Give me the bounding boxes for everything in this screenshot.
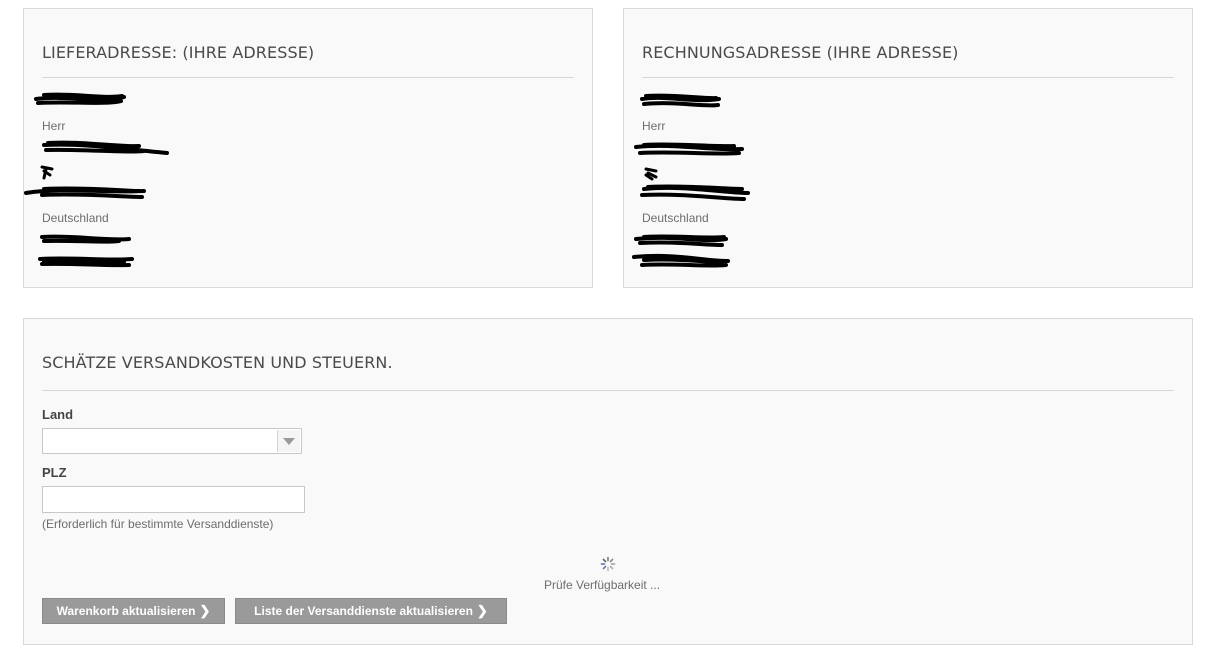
chevron-right-icon: ❯ — [476, 603, 488, 618]
zip-hint: (Erforderlich für bestimmte Versanddiens… — [42, 517, 274, 531]
divider — [42, 390, 1174, 391]
shipping-address-panel: LIEFERADRESSE: (IHRE ADRESSE) Herr Deuts… — [23, 8, 593, 288]
update-cart-button[interactable]: Warenkorb aktualisieren ❯ — [42, 598, 225, 624]
update-shipping-methods-button[interactable]: Liste der Versanddienste aktualisieren ❯ — [235, 598, 507, 624]
loading-spinner-icon — [600, 556, 616, 572]
availability-status: Prüfe Verfügbarkeit ... — [544, 578, 661, 592]
update-cart-label: Warenkorb aktualisieren — [56, 604, 196, 618]
zip-input[interactable] — [42, 486, 305, 513]
country-label: Land — [42, 407, 74, 422]
billing-address-panel: RECHNUNGSADRESSE (IHRE ADRESSE) Herr Deu… — [623, 8, 1193, 288]
redacted-email-line — [632, 253, 730, 268]
zip-label: PLZ — [42, 465, 67, 480]
country-select[interactable] — [42, 428, 302, 454]
estimate-title: SCHÄTZE VERSANDKOSTEN UND STEUERN. — [42, 353, 393, 372]
estimate-shipping-panel: SCHÄTZE VERSANDKOSTEN UND STEUERN. Land … — [23, 318, 1193, 645]
chevron-down-icon[interactable] — [277, 430, 300, 452]
redacted-email-line — [38, 256, 134, 268]
update-shipping-label: Liste der Versanddienste aktualisieren — [254, 604, 473, 618]
chevron-right-icon: ❯ — [199, 603, 211, 618]
